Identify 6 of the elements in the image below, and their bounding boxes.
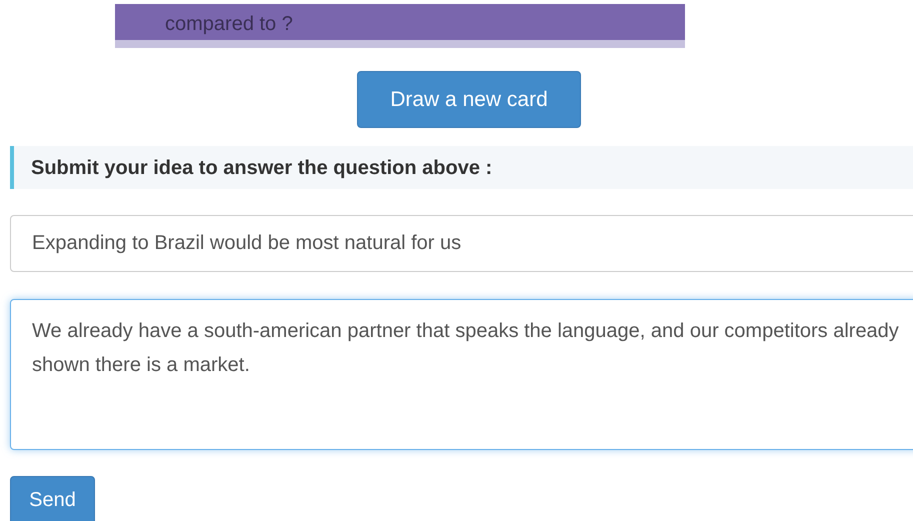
draw-card-button[interactable]: Draw a new card — [357, 71, 581, 128]
card-text: compared to ? — [165, 12, 293, 36]
explanation-text-field[interactable]: We already have a south-american partner that speaks the language, and our competitors already shown there is a market. — [10, 299, 913, 450]
heading-text: Submit your idea to answer the question above : — [31, 156, 492, 180]
send-button[interactable]: Send — [10, 476, 95, 521]
idea-input-field[interactable]: Expanding to Brazil would be most natural for us — [10, 215, 913, 272]
